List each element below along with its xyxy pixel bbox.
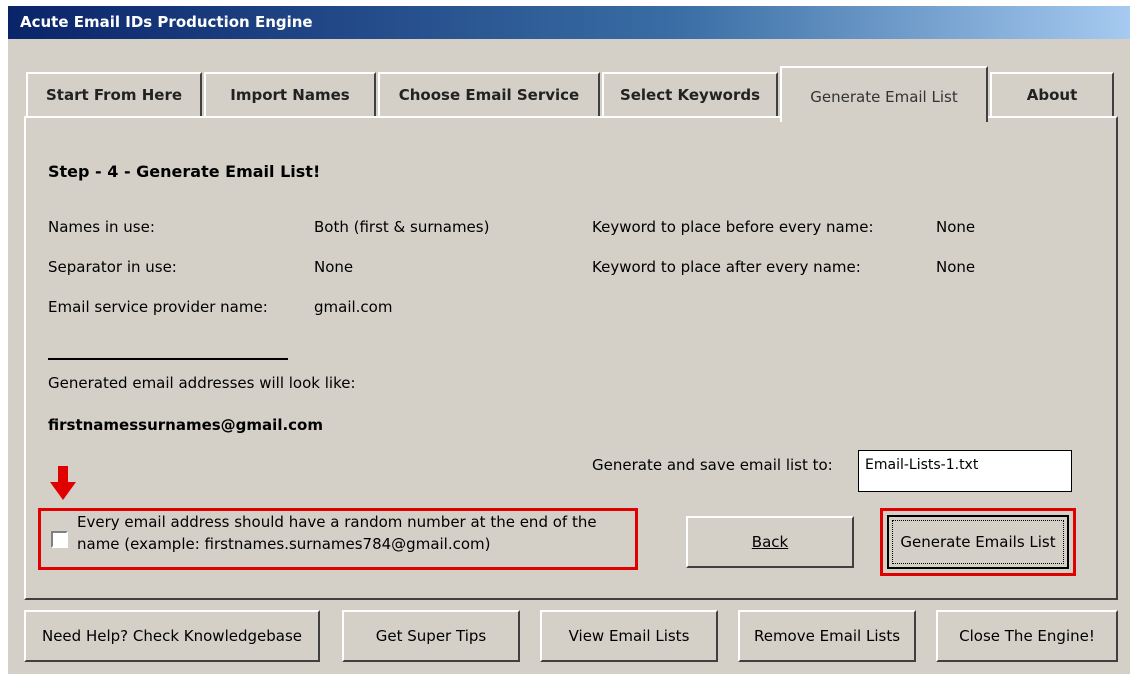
keyword-after-label: Keyword to place after every name: (592, 258, 861, 276)
tab-start-from-here[interactable]: Start From Here (26, 72, 202, 116)
red-arrow-down-icon (50, 466, 76, 500)
preview-label: Generated email addresses will look like… (48, 374, 356, 392)
provider-value: gmail.com (314, 298, 393, 316)
generate-emails-list-button[interactable]: Generate Emails List (887, 515, 1069, 569)
button-label: Get Super Tips (375, 627, 487, 645)
tab-label: Start From Here (45, 86, 183, 104)
divider (48, 358, 288, 360)
knowledgebase-button[interactable]: Need Help? Check Knowledgebase (24, 610, 320, 662)
keyword-before-label: Keyword to place before every name: (592, 218, 874, 236)
save-label: Generate and save email list to: (592, 456, 833, 474)
tab-generate-email-list[interactable]: Generate Email List (780, 66, 988, 122)
tab-label: Generate Email List (810, 88, 958, 106)
save-filename-value: Email-Lists-1.txt (865, 457, 979, 473)
button-label: View Email Lists (568, 627, 690, 645)
step-heading: Step - 4 - Generate Email List! (48, 162, 321, 181)
names-value: Both (first & surnames) (314, 218, 490, 236)
save-filename-field[interactable]: Email-Lists-1.txt (858, 450, 1072, 492)
keyword-after-value: None (936, 258, 976, 276)
tab-import-names[interactable]: Import Names (204, 72, 376, 116)
keyword-before-value: None (936, 218, 976, 236)
close-engine-button[interactable]: Close The Engine! (936, 610, 1118, 662)
preview-value: firstnamessurnames@gmail.com (48, 416, 323, 434)
view-email-lists-button[interactable]: View Email Lists (540, 610, 718, 662)
random-number-checkbox[interactable] (51, 531, 68, 548)
generate-highlight: Generate Emails List (880, 508, 1076, 576)
provider-label: Email service provider name: (48, 298, 268, 316)
back-button-label: Back (751, 533, 789, 551)
tab-label: Choose Email Service (398, 86, 580, 104)
tab-choose-email-service[interactable]: Choose Email Service (378, 72, 600, 116)
tab-select-keywords[interactable]: Select Keywords (602, 72, 778, 116)
super-tips-button[interactable]: Get Super Tips (342, 610, 520, 662)
app-window: Acute Email IDs Production Engine Start … (8, 6, 1130, 674)
separator-label: Separator in use: (48, 258, 177, 276)
focus-rect (892, 520, 1064, 564)
tab-label: About (1026, 86, 1078, 104)
tab-label: Import Names (230, 86, 350, 104)
button-label: Remove Email Lists (753, 627, 901, 645)
window-title: Acute Email IDs Production Engine (20, 13, 313, 31)
tab-about[interactable]: About (990, 72, 1114, 116)
random-number-text-line2: name (example: firstnames.surnames784@gm… (77, 535, 491, 553)
button-label: Need Help? Check Knowledgebase (41, 627, 303, 645)
names-label: Names in use: (48, 218, 155, 236)
back-button[interactable]: Back (686, 516, 854, 568)
random-number-highlight: Every email address should have a random… (38, 508, 638, 570)
tab-panel: Step - 4 - Generate Email List! Names in… (24, 116, 1118, 600)
random-number-text-line1: Every email address should have a random… (77, 513, 597, 531)
title-bar: Acute Email IDs Production Engine (8, 6, 1130, 39)
button-label: Close The Engine! (959, 627, 1095, 645)
tab-label: Select Keywords (619, 86, 761, 104)
remove-email-lists-button[interactable]: Remove Email Lists (738, 610, 916, 662)
separator-value: None (314, 258, 354, 276)
